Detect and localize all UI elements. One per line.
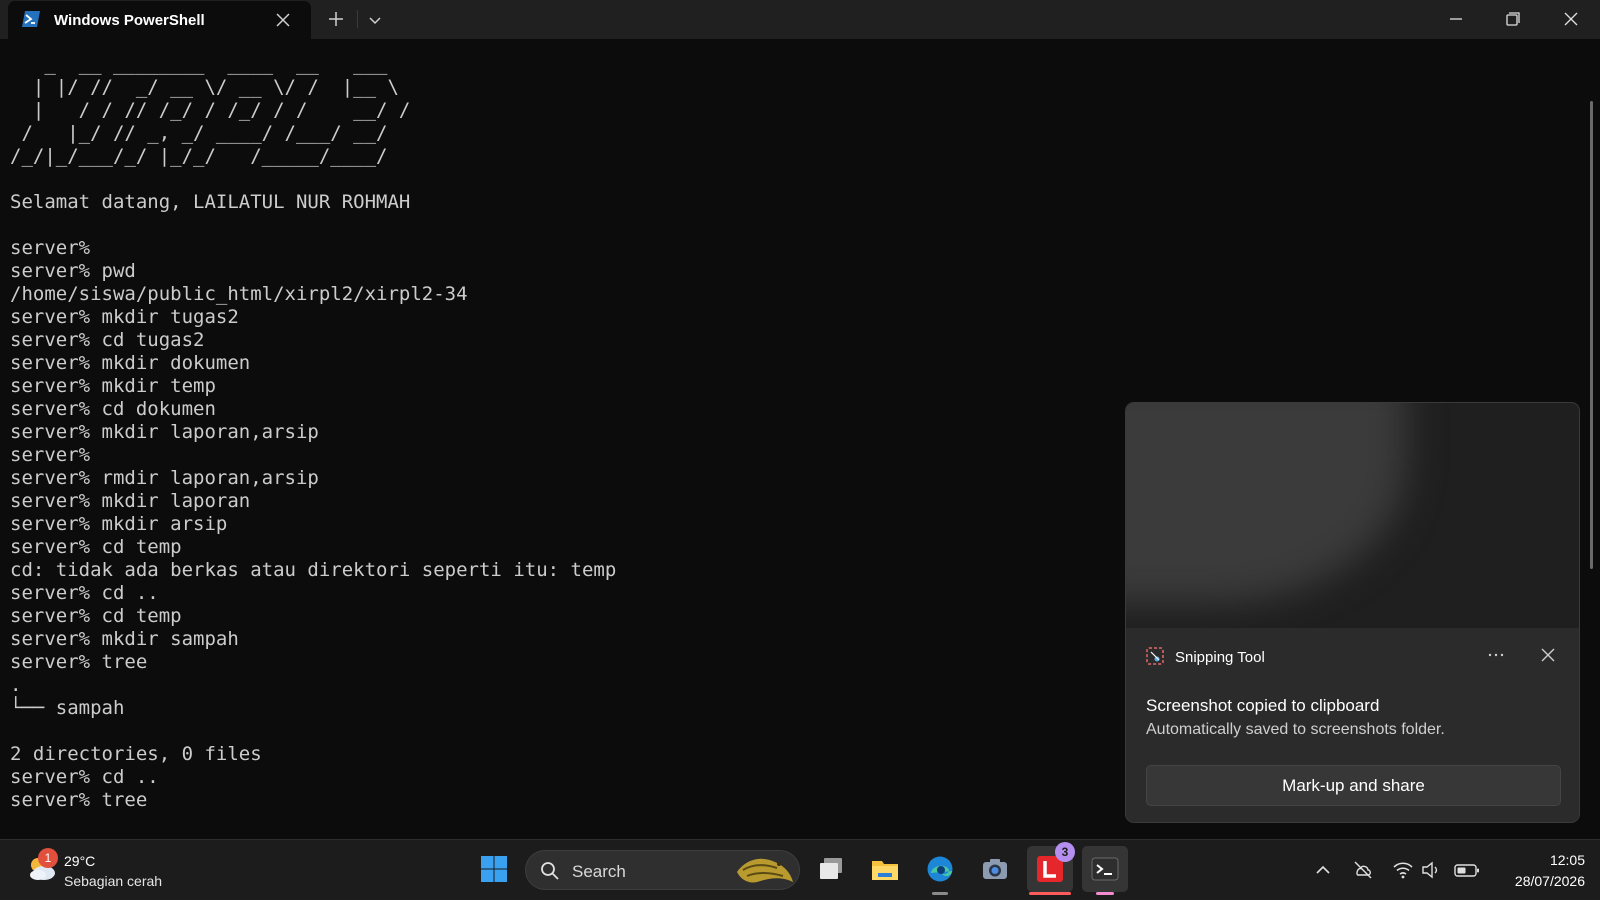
close-window-icon[interactable] [1558, 6, 1584, 32]
terminal-line: server% rmdir laporan,arsip [10, 467, 319, 489]
snipping-tool-icon [1146, 647, 1164, 665]
volume-icon[interactable] [1420, 859, 1442, 881]
terminal-line: _ __ ________ ____ __ ___ [10, 53, 399, 75]
file-explorer-button[interactable] [862, 846, 908, 892]
active-indicator [1096, 892, 1114, 895]
screenshot-preview[interactable] [1126, 403, 1579, 628]
wifi-icon[interactable] [1392, 859, 1414, 881]
terminal-line: . [10, 674, 22, 696]
clock-time: 12:05 [1549, 852, 1585, 868]
l-app-button[interactable]: 3 [1027, 842, 1075, 895]
terminal-line: server% mkdir dokumen [10, 352, 251, 374]
minimize-icon[interactable] [1443, 6, 1469, 32]
tab-separator [357, 10, 358, 28]
terminal-line: server% cd temp [10, 605, 182, 627]
terminal-line: server% cd dokumen [10, 398, 216, 420]
tab-powershell[interactable]: Windows PowerShell [8, 1, 311, 39]
weather-badge: 1 [38, 848, 58, 868]
search-placeholder: Search [572, 862, 626, 881]
edge-button[interactable] [917, 846, 963, 895]
terminal-line: server% cd .. [10, 582, 159, 604]
clock-date: 28/07/2026 [1514, 873, 1585, 889]
restore-icon[interactable] [1500, 6, 1526, 32]
running-indicator [932, 892, 948, 895]
notification-body: Snipping Tool Screenshot copied to clipb… [1126, 628, 1579, 822]
running-indicator [1029, 892, 1071, 895]
terminal-line: server% pwd [10, 260, 136, 282]
terminal-button[interactable] [1082, 846, 1128, 895]
camera-icon [983, 859, 1007, 879]
ellipsis-icon[interactable] [1484, 644, 1508, 666]
preview-image [1126, 403, 1406, 603]
mark-up-and-share-button[interactable]: Mark-up and share [1146, 765, 1561, 806]
terminal-line: server% mkdir temp [10, 375, 216, 397]
app-notification-badge: 3 [1055, 842, 1075, 862]
terminal-output: _ __ ________ ____ __ ___ | |/ // _/ __ … [10, 53, 616, 812]
terminal-line: / |_/ // _, _/ ____/ /___/ __/ [10, 122, 399, 144]
terminal-line: server% [10, 237, 91, 259]
cloud-off-icon[interactable] [1352, 859, 1374, 881]
terminal-line: server% [10, 444, 91, 466]
search-input[interactable]: Search [525, 850, 800, 890]
task-view-button[interactable] [808, 846, 854, 892]
new-tab-icon[interactable] [326, 9, 346, 29]
camera-button[interactable] [972, 846, 1018, 892]
chevron-up-icon[interactable] [1312, 859, 1334, 881]
terminal-line: 2 directories, 0 files [10, 743, 262, 765]
search-highlight-icon [737, 858, 793, 883]
terminal-line: └── sampah [10, 697, 125, 719]
folder-icon [872, 861, 898, 880]
tab-title: Windows PowerShell [54, 12, 205, 29]
notification-title: Screenshot copied to clipboard [1146, 696, 1380, 715]
terminal-line: | |/ // _/ __ \/ __ \/ / |__ \ [10, 76, 399, 98]
scrollbar[interactable] [1590, 101, 1593, 569]
powershell-icon [22, 11, 40, 27]
edge-icon [927, 856, 953, 882]
terminal-line: server% cd .. [10, 766, 159, 788]
tab-close-icon[interactable] [274, 11, 292, 29]
terminal-line: server% mkdir laporan [10, 490, 251, 512]
snipping-tool-notification[interactable]: Snipping Tool Screenshot copied to clipb… [1125, 402, 1580, 823]
title-bar: Windows PowerShell [0, 0, 1600, 39]
terminal-line: server% cd temp [10, 536, 182, 558]
start-button[interactable] [471, 846, 517, 892]
terminal-line: | / / // /_/ / /_/ / / __/ / [10, 99, 411, 121]
notification-message: Automatically saved to screenshots folde… [1146, 721, 1445, 738]
terminal-line: server% mkdir sampah [10, 628, 239, 650]
weather-condition: Sebagian cerah [64, 873, 163, 889]
notification-app-name: Snipping Tool [1175, 649, 1265, 666]
terminal-line: server% mkdir arsip [10, 513, 228, 535]
terminal-line: server% tree [10, 789, 148, 811]
terminal-line: Selamat datang, LAILATUL NUR ROHMAH [10, 191, 411, 213]
terminal-line: server% mkdir laporan,arsip [10, 421, 319, 443]
terminal-line: server% mkdir tugas2 [10, 306, 239, 328]
terminal-line: server% cd tugas2 [10, 329, 205, 351]
search-icon [541, 862, 559, 880]
chevron-down-icon[interactable] [365, 10, 385, 30]
weather-temperature: 29°C [64, 853, 96, 869]
terminal-icon [1091, 857, 1119, 881]
close-icon[interactable] [1538, 645, 1558, 665]
taskbar: 1 29°C Sebagian cerah Search 3 12:05 28/… [0, 839, 1600, 900]
terminal-line: server% tree [10, 651, 148, 673]
terminal-line: /home/siswa/public_html/xirpl2/xirpl2-34 [10, 283, 468, 305]
windows-start-icon [481, 856, 507, 882]
task-view-icon [820, 858, 842, 879]
battery-icon[interactable] [1453, 859, 1481, 881]
terminal-line: /_/|_/___/_/ |_/_/ /_____/____/ [10, 145, 399, 167]
terminal-line: cd: tidak ada berkas atau direktori sepe… [10, 559, 617, 581]
